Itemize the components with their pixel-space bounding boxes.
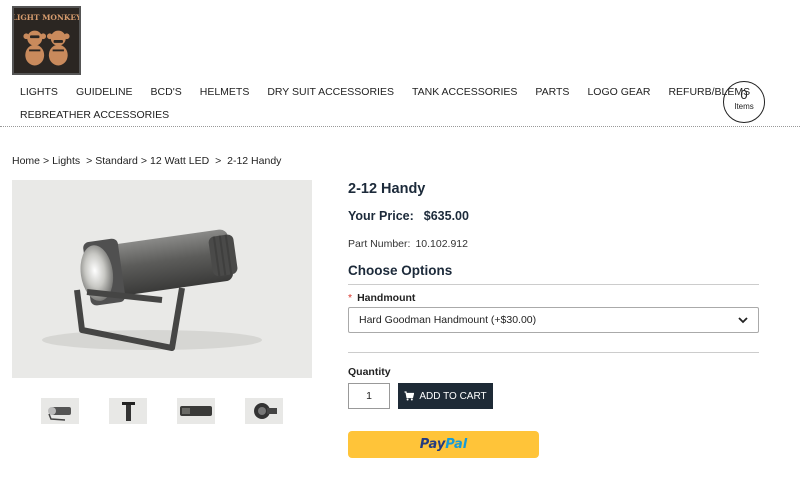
add-to-cart-button[interactable]: ADD TO CART [398, 383, 493, 409]
flashlight-thumbnail-icon [245, 398, 283, 424]
product-title: 2-12 Handy [348, 181, 426, 197]
breadcrumb-lights[interactable]: Lights [52, 155, 80, 167]
product-main-image[interactable] [12, 180, 312, 378]
breadcrumb-separator: > [43, 155, 50, 167]
thumbnail-strip [0, 398, 330, 424]
quantity-label: Quantity [348, 366, 391, 378]
header-divider [0, 126, 800, 127]
nav-item-rebreather-accessories[interactable]: REBREATHER ACCESSORIES [20, 109, 169, 121]
breadcrumb-home[interactable]: Home [12, 155, 40, 167]
flashlight-thumbnail-icon [177, 398, 215, 424]
handmount-label: * Handmount [348, 292, 415, 304]
cart-count: 0 [740, 87, 748, 102]
shopping-cart-icon [404, 391, 415, 401]
flashlight-thumbnail-icon [41, 398, 79, 424]
price-label: Your Price: [348, 209, 414, 223]
quantity-input[interactable]: 1 [348, 383, 390, 409]
breadcrumb-separator: > [83, 155, 93, 167]
choose-options-heading: Choose Options [348, 263, 453, 278]
nav-row-1: LIGHTS GUIDELINE BCD'S HELMETS DRY SUIT … [20, 84, 750, 100]
chevron-down-icon [738, 317, 748, 324]
quantity-divider [348, 352, 759, 353]
add-to-cart-label: ADD TO CART [419, 390, 487, 402]
paypal-button[interactable]: Pay Pal [348, 431, 539, 458]
nav-item-guideline[interactable]: GUIDELINE [76, 86, 133, 98]
breadcrumb-separator: > [140, 155, 148, 167]
breadcrumb-separator: > [212, 155, 225, 167]
nav-item-parts[interactable]: PARTS [535, 86, 569, 98]
price-row: Your Price: $635.00 [348, 209, 469, 223]
paypal-logo-pal: Pal [445, 437, 468, 452]
nav-item-bcds[interactable]: BCD'S [151, 86, 182, 98]
site-logo[interactable]: LIGHT MONKEY [12, 6, 81, 75]
paypal-logo-pay: Pay [419, 437, 446, 452]
price-value: $635.00 [423, 209, 469, 223]
cart-items-button[interactable]: 0 Items [723, 81, 765, 123]
nav-row-2: REBREATHER ACCESSORIES [20, 107, 700, 123]
nav-item-tank-accessories[interactable]: TANK ACCESSORIES [412, 86, 517, 98]
nav-item-lights[interactable]: LIGHTS [20, 86, 58, 98]
part-number-label: Part Number: [348, 238, 411, 250]
part-number-value: 10.102.912 [415, 238, 468, 250]
thumbnail-3[interactable] [177, 398, 215, 424]
handmount-select[interactable]: Hard Goodman Handmount (+$30.00) [348, 307, 759, 333]
breadcrumb: Home > Lights > Standard >12 Watt LED > 2-12… [12, 155, 281, 167]
handmount-selected-value: Hard Goodman Handmount (+$30.00) [359, 314, 537, 326]
thumbnail-4[interactable] [245, 398, 283, 424]
part-number-row: Part Number: 10.102.912 [348, 238, 468, 250]
thumbnail-1[interactable] [41, 398, 79, 424]
thumbnail-2[interactable] [109, 398, 147, 424]
options-divider [348, 284, 759, 285]
main-navigation: LIGHTS GUIDELINE BCD'S HELMETS DRY SUIT … [20, 84, 750, 123]
three-monkeys-logo-icon: LIGHT MONKEY [14, 8, 79, 73]
cart-items-label: Items [734, 102, 754, 111]
nav-item-helmets[interactable]: HELMETS [200, 86, 250, 98]
nav-item-dry-suit-accessories[interactable]: DRY SUIT ACCESSORIES [267, 86, 394, 98]
flashlight-thumbnail-icon [109, 398, 147, 424]
handmount-label-text: Handmount [357, 292, 416, 304]
flashlight-image [12, 180, 312, 378]
breadcrumb-current: 2-12 Handy [227, 155, 282, 167]
breadcrumb-12-watt-led[interactable]: 12 Watt LED [150, 155, 209, 167]
nav-item-logo-gear[interactable]: LOGO GEAR [587, 86, 650, 98]
breadcrumb-standard[interactable]: Standard [95, 155, 138, 167]
required-asterisk: * [348, 292, 353, 304]
svg-text:LIGHT MONKEY: LIGHT MONKEY [14, 13, 79, 22]
